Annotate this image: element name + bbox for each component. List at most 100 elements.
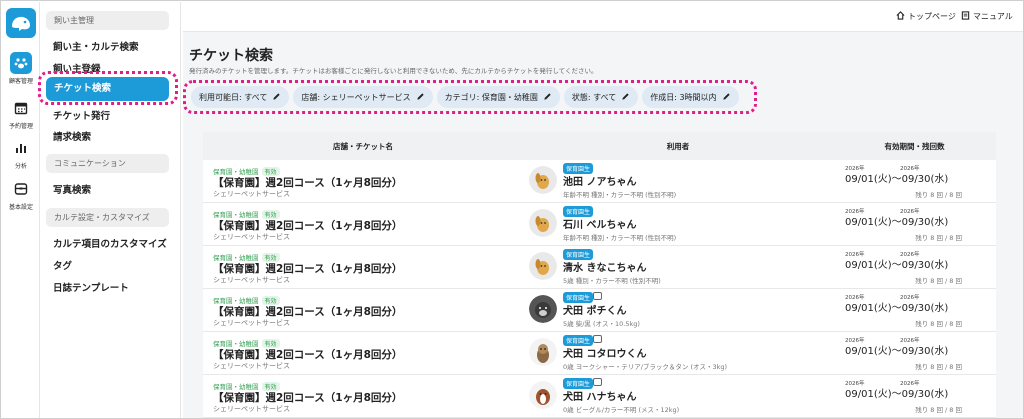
valid-dates: 09/01(火)〜09/30(水) <box>845 174 949 185</box>
valid-dates: 09/01(火)〜09/30(水) <box>845 346 949 357</box>
valid-dates: 09/01(火)〜09/30(水) <box>845 303 949 314</box>
dog-placeholder-icon <box>529 252 557 280</box>
table-row[interactable]: 保育園・幼稚園 有効 【保育園】週2回コース（1ヶ月8回分） シェリーペットサービ… <box>203 375 996 418</box>
app-logo-icon[interactable] <box>6 8 36 38</box>
pet-name[interactable]: 犬田 ハナちゃん <box>563 388 636 403</box>
main-content: トップページ マニュアル チケット検索 発行済みのチケットを管理します。チケット… <box>183 2 1023 418</box>
rail-label-analytics: 分析 <box>14 163 27 170</box>
pet-name[interactable]: 犬田 ポチくん <box>563 302 626 317</box>
header-ticket: 店舗・チケット名 <box>333 141 393 151</box>
filter-chip-status[interactable]: 状態: すべて <box>563 86 639 108</box>
menu-diary[interactable]: 日誌テンプレート <box>53 280 129 294</box>
menu-owner-karte[interactable]: 飼い主・カルテ検索 <box>53 39 139 53</box>
pet-name[interactable]: 池田 ノアちゃん <box>563 173 636 188</box>
side-menu: 飼い主管理 飼い主・カルテ検索 飼い主登録 チケット検索 チケット発行 請求検索… <box>41 2 181 418</box>
rail-settings[interactable]: 基本設定 <box>2 178 40 211</box>
menu-owner-register[interactable]: 飼い主登録 <box>53 61 101 75</box>
pet-detail: 0歳 ヨークシャー・テリア/ブラック＆タン (オス・3kg) <box>563 363 728 371</box>
table-row[interactable]: 保育園・幼稚園 有効 【保育園】週2回コース（1ヶ月8回分） シェリーペットサービ… <box>203 246 996 289</box>
filter-chip-label: 作成日: 3時間以内 <box>650 92 717 102</box>
pet-name[interactable]: 清水 きなこちゃん <box>563 259 646 274</box>
table-header: 店舗・チケット名 利用者 有効期間・残回数 <box>203 132 996 160</box>
settings-box-icon <box>10 178 32 200</box>
filter-chip-available-date[interactable]: 利用可能日: すべて <box>191 86 290 108</box>
menu-billing[interactable]: 請求検索 <box>53 129 91 143</box>
dog-photo-icon <box>529 381 557 409</box>
pencil-icon <box>416 92 425 103</box>
menu-ticket-issue[interactable]: チケット発行 <box>53 108 110 122</box>
table-row[interactable]: 保育園・幼稚園 有効 【保育園】週2回コース（1ヶ月8回分） シェリーペットサービ… <box>203 332 996 375</box>
header-user: 利用者 <box>666 141 690 151</box>
message-icon <box>593 292 602 300</box>
pet-detail: 0歳 ビーグル/カラー不明 (メス・12kg) <box>563 406 680 414</box>
pencil-icon <box>621 92 630 103</box>
filter-chip-category[interactable]: カテゴリ: 保育園・幼稚園 <box>436 86 560 108</box>
table-row[interactable]: 保育園・幼稚園 有効 【保育園】週2回コース（1ヶ月8回分） シェリーペットサービ… <box>203 203 996 246</box>
menu-tag[interactable]: タグ <box>53 258 72 272</box>
valid-dates: 09/01(火)〜09/30(水) <box>845 260 949 271</box>
filter-chip-shop[interactable]: 店舗: シェリーペットサービス <box>293 86 433 108</box>
icon-rail: 顧客管理 予約管理 分析 基本設定 <box>2 2 40 418</box>
header-period: 有効期間・残回数 <box>884 141 945 151</box>
app-frame: 顧客管理 予約管理 分析 基本設定 飼い主管理 飼い主・カルテ検索 飼い主登録 … <box>0 0 1024 419</box>
top-page-label: トップページ <box>908 12 956 21</box>
filter-chip-created[interactable]: 作成日: 3時間以内 <box>642 86 739 108</box>
pet-detail: 年齢不明 種別・カラー不明 (性別不明) <box>563 191 677 199</box>
valid-dates: 09/01(火)〜09/30(水) <box>845 389 949 400</box>
ticket-name: 【保育園】週2回コース（1ヶ月8回分） <box>213 220 403 232</box>
remaining-count: 残り 8 回 / 8 回 <box>915 363 962 371</box>
shop-name: シェリーペットサービス <box>213 362 290 370</box>
filter-chip-label: 利用可能日: すべて <box>199 92 268 102</box>
shop-name: シェリーペットサービス <box>213 190 290 198</box>
pet-name[interactable]: 犬田 コタロウくん <box>563 345 646 360</box>
ticket-name: 【保育園】週2回コース（1ヶ月8回分） <box>213 349 403 361</box>
pencil-icon <box>722 92 731 103</box>
page-title: チケット検索 <box>189 48 273 64</box>
pet-name[interactable]: 石川 ベルちゃん <box>563 216 636 231</box>
ticket-name: 【保育園】週2回コース（1ヶ月8回分） <box>213 177 403 189</box>
filter-chip-label: 店舗: シェリーペットサービス <box>301 92 411 102</box>
pencil-icon <box>272 92 281 103</box>
bar-chart-icon <box>10 137 32 159</box>
manual-link[interactable]: マニュアル <box>961 11 1013 22</box>
manual-label: マニュアル <box>973 12 1013 21</box>
shop-name: シェリーペットサービス <box>213 405 290 413</box>
section-communication: コミュニケーション <box>46 154 169 173</box>
dog-photo-icon <box>529 338 557 366</box>
filter-chips: 利用可能日: すべて 店舗: シェリーペットサービス カテゴリ: 保育園・幼稚園… <box>191 86 739 108</box>
rail-analytics[interactable]: 分析 <box>2 137 40 170</box>
shop-name: シェリーペットサービス <box>213 319 290 327</box>
menu-photo[interactable]: 写真検索 <box>53 182 91 196</box>
pet-detail: 5歳 柴/黒 (オス・10.5kg) <box>563 320 640 328</box>
valid-dates: 09/01(火)〜09/30(水) <box>845 217 949 228</box>
filter-chip-label: カテゴリ: 保育園・幼稚園 <box>444 92 538 102</box>
calendar-icon <box>10 97 32 119</box>
top-bar: トップページ マニュアル <box>183 2 1023 32</box>
menu-karte-custom[interactable]: カルテ項目のカスタマイズ <box>53 236 167 250</box>
page-description: 発行済みのチケットを管理します。チケットはお客様ごとに発行しないと利用できないた… <box>189 67 598 75</box>
dog-placeholder-icon <box>529 166 557 194</box>
manual-icon <box>961 11 970 22</box>
remaining-count: 残り 8 回 / 8 回 <box>915 320 962 328</box>
rail-reservation[interactable]: 予約管理 <box>2 97 40 130</box>
ticket-table: 店舗・チケット名 利用者 有効期間・残回数 保育園・幼稚園 有効 【保育園】週2回… <box>203 132 996 418</box>
message-icon <box>593 378 602 386</box>
rail-customer[interactable]: 顧客管理 <box>2 52 40 85</box>
table-row[interactable]: 保育園・幼稚園 有効 【保育園】週2回コース（1ヶ月8回分） シェリーペットサービ… <box>203 289 996 332</box>
section-karte-settings: カルテ設定・カスタマイズ <box>46 208 169 227</box>
menu-ticket-search[interactable]: チケット検索 <box>46 77 169 101</box>
ticket-name: 【保育園】週2回コース（1ヶ月8回分） <box>213 306 403 318</box>
section-owner: 飼い主管理 <box>46 11 169 30</box>
rail-label-customer: 顧客管理 <box>8 78 33 85</box>
shop-name: シェリーペットサービス <box>213 276 290 284</box>
pet-detail: 年齢不明 種別・カラー不明 (性別不明) <box>563 234 677 242</box>
ticket-name: 【保育園】週2回コース（1ヶ月8回分） <box>213 263 403 275</box>
filter-chip-label: 状態: すべて <box>571 92 617 102</box>
top-page-link[interactable]: トップページ <box>896 11 956 22</box>
table-row[interactable]: 保育園・幼稚園 有効 【保育園】週2回コース（1ヶ月8回分） シェリーペットサービ… <box>203 160 996 203</box>
rail-label-reservation: 予約管理 <box>8 123 33 130</box>
rail-label-settings: 基本設定 <box>8 204 33 211</box>
remaining-count: 残り 8 回 / 8 回 <box>915 406 962 414</box>
ticket-name: 【保育園】週2回コース（1ヶ月8回分） <box>213 392 403 404</box>
pet-detail: 5歳 種別・カラー不明 (性別不明) <box>563 277 661 285</box>
